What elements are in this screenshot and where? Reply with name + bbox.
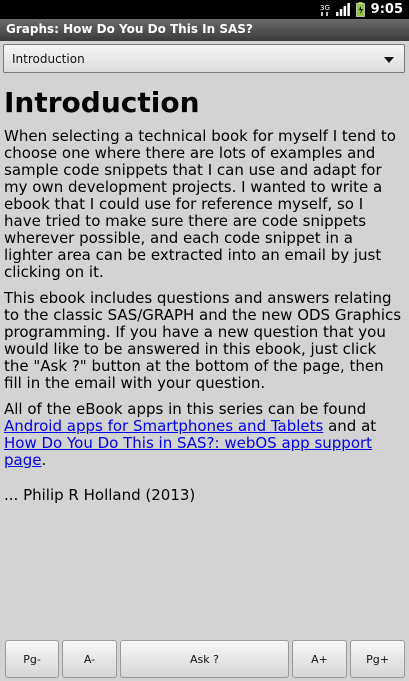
- dropdown-arrow-icon: [384, 57, 394, 63]
- font-larger-button[interactable]: A+: [292, 640, 347, 678]
- ask-button[interactable]: Ask ?: [120, 640, 289, 678]
- svg-text:3G: 3G: [320, 4, 330, 12]
- apps-paragraph-suffix: .: [41, 451, 47, 469]
- section-dropdown-value: Introduction: [12, 52, 85, 66]
- apps-paragraph: All of the eBook apps in this series can…: [4, 401, 404, 469]
- app-title: Graphs: How Do You Do This In SAS?: [6, 22, 253, 36]
- app-title-bar: Graphs: How Do You Do This In SAS?: [0, 19, 409, 41]
- network-3g-icon: 3G: [320, 4, 330, 16]
- article-heading: Introduction: [4, 86, 200, 119]
- clock-time: 9:05: [370, 2, 403, 17]
- font-smaller-button[interactable]: A-: [62, 640, 117, 678]
- ebook-paragraph: This ebook includes questions and answer…: [4, 289, 402, 392]
- bottom-toolbar: Pg- A- Ask ? A+ Pg+: [0, 638, 409, 681]
- apps-paragraph-mid: and at: [323, 417, 377, 435]
- intro-paragraph: When selecting a technical book for myse…: [4, 127, 396, 281]
- prev-page-button[interactable]: Pg-: [5, 640, 59, 678]
- battery-icon: [355, 2, 365, 17]
- status-bar: 3G 9:05: [0, 0, 409, 19]
- article-content: Introduction When selecting a technical …: [4, 86, 404, 513]
- next-page-button[interactable]: Pg+: [350, 640, 405, 678]
- webos-support-link[interactable]: How Do You Do This in SAS?: webOS app su…: [4, 434, 372, 469]
- android-apps-link[interactable]: Android apps for Smartphones and Tablets: [4, 417, 323, 435]
- section-dropdown[interactable]: Introduction: [3, 44, 405, 73]
- signal-icon: [335, 3, 350, 16]
- author-signature: ... Philip R Holland (2013): [4, 486, 196, 504]
- apps-paragraph-prefix: All of the eBook apps in this series can…: [4, 400, 367, 418]
